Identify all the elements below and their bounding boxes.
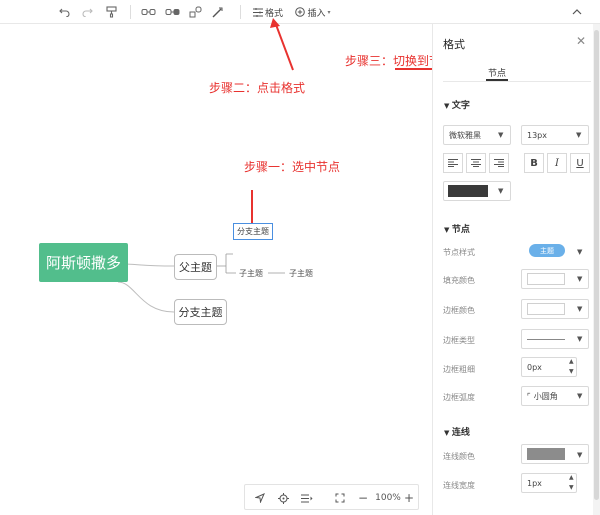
line-color-label: 连线颜色	[443, 452, 475, 461]
summary-icon[interactable]	[188, 3, 202, 21]
tab-node[interactable]: 节点	[488, 66, 506, 79]
chevron-down-icon: ▼	[577, 451, 583, 459]
stepper-down-icon[interactable]: ▼	[569, 484, 574, 491]
format-painter-icon[interactable]	[104, 3, 118, 21]
align-right-icon	[494, 159, 504, 167]
stepper-up-icon[interactable]: ▲	[569, 358, 574, 365]
zoom-out-button[interactable]: −	[357, 489, 369, 507]
annotation-step1: 步骤一：选中节点	[244, 160, 341, 174]
section-caret-icon: ▼	[444, 429, 452, 437]
align-left-button[interactable]	[443, 153, 463, 173]
chevron-down-icon[interactable]: ▼	[577, 248, 582, 256]
chevron-down-icon: ▾	[327, 8, 331, 16]
border-radius-label: 边框弧度	[443, 393, 475, 402]
undo-icon[interactable]	[57, 3, 71, 21]
italic-button[interactable]: I	[547, 153, 567, 173]
node-style-label: 节点样式	[443, 248, 475, 257]
tab-divider	[443, 81, 591, 82]
font-family-value: 微软雅黑	[449, 130, 481, 140]
underline-button[interactable]: U	[570, 153, 590, 173]
close-icon[interactable]: ✕	[576, 34, 586, 48]
locate-icon[interactable]	[253, 489, 267, 507]
stepper-down-icon[interactable]: ▼	[569, 368, 574, 375]
collapse-toolbar-icon[interactable]	[571, 3, 583, 21]
border-width-label: 边框粗细	[443, 365, 475, 374]
line-tool-icon[interactable]	[211, 3, 223, 21]
align-right-button[interactable]	[489, 153, 509, 173]
chevron-down-icon: ▼	[577, 275, 583, 283]
format-label: 格式	[264, 8, 283, 19]
zoom-in-button[interactable]: +	[403, 489, 415, 507]
section-caret-icon: ▼	[444, 102, 452, 110]
chevron-down-icon: ▼	[498, 131, 504, 139]
format-button[interactable]: 格式	[250, 3, 286, 21]
border-color-label: 边框颜色	[443, 306, 475, 315]
bold-button[interactable]: B	[524, 153, 544, 173]
insert-label: 插入	[307, 8, 326, 19]
root-topic-node[interactable]: 阿斯顿撒多	[39, 243, 128, 282]
line-width-label: 连线宽度	[443, 481, 475, 490]
border-type-line	[527, 339, 565, 340]
center-icon[interactable]	[276, 489, 290, 507]
toolbar-divider	[240, 5, 241, 19]
align-center-button[interactable]	[466, 153, 486, 173]
outline-icon[interactable]	[299, 489, 315, 507]
redo-icon[interactable]	[80, 3, 94, 21]
border-color-swatch	[527, 303, 565, 315]
align-left-icon	[448, 159, 458, 167]
zoom-toolbar: − 100% +	[244, 484, 419, 510]
branch-topic-node[interactable]: 分支主题	[174, 299, 227, 325]
zoom-level: 100%	[375, 493, 401, 503]
sub-topic-node[interactable]: 子主题	[289, 268, 313, 279]
chevron-down-icon: ▼	[577, 335, 583, 343]
section-caret-icon: ▼	[444, 226, 452, 234]
app-root: 格式 插入 ▾ 阿斯顿撒多 父主题 分支主题 分支主题 子主题 子主题 步骤一：…	[0, 0, 600, 515]
stepper-up-icon[interactable]: ▲	[569, 474, 574, 481]
border-type-label: 边框类型	[443, 336, 475, 345]
fill-color-label: 填充颜色	[443, 276, 475, 285]
link-icon[interactable]	[140, 3, 156, 21]
fullscreen-icon[interactable]	[333, 489, 347, 507]
align-center-icon	[471, 159, 481, 167]
relation-icon[interactable]	[164, 3, 180, 21]
radius-corner-icon: ⌜	[527, 391, 531, 401]
parent-topic-node[interactable]: 父主题	[174, 254, 217, 280]
font-size-value: 13px	[527, 130, 547, 140]
chevron-down-icon: ▼	[577, 392, 583, 400]
text-section-header[interactable]: ▼ 文字	[444, 98, 470, 111]
chevron-down-icon: ▼	[498, 187, 504, 195]
panel-scrollbar-thumb[interactable]	[594, 30, 599, 500]
format-icon	[252, 7, 263, 17]
line-section-header[interactable]: ▼ 连线	[444, 425, 470, 438]
sub-topic-node[interactable]: 子主题	[239, 268, 263, 279]
chevron-down-icon: ▼	[576, 131, 582, 139]
panel-title: 格式	[443, 38, 465, 51]
insert-button[interactable]: 插入 ▾	[292, 3, 334, 21]
fill-color-swatch	[527, 273, 565, 285]
chevron-down-icon: ▼	[577, 305, 583, 313]
toolbar-divider	[130, 5, 131, 19]
toolbar: 格式 插入 ▾	[0, 0, 600, 24]
selected-branch-node[interactable]: 分支主题	[233, 223, 273, 240]
node-style-pill[interactable]: 主题	[529, 244, 565, 257]
line-color-swatch	[527, 448, 565, 460]
line-width-value: 1px	[527, 478, 542, 488]
plus-circle-icon	[295, 7, 306, 17]
node-section-header[interactable]: ▼ 节点	[444, 222, 470, 235]
annotation-step2: 步骤二：点击格式	[209, 81, 306, 95]
border-radius-value: 小圆角	[533, 391, 558, 401]
text-color-swatch	[448, 185, 488, 197]
border-width-value: 0px	[527, 362, 542, 372]
